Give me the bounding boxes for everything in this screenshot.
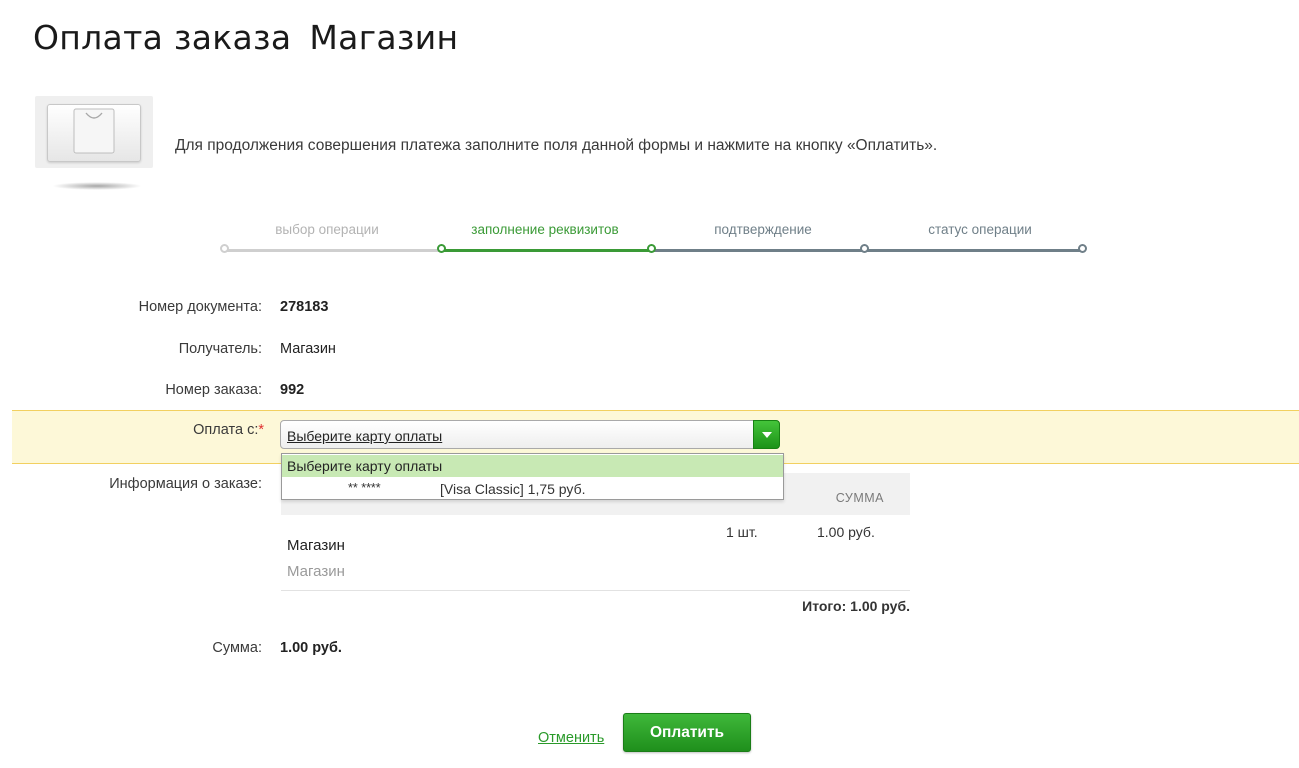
payment-from-label: Оплата с:* <box>193 422 264 438</box>
shopping-bag-card-icon <box>35 96 153 168</box>
order-total: Итого: 1.00 руб. <box>802 598 910 614</box>
step-line-1 <box>225 249 442 252</box>
dropdown-option-visa-card[interactable]: ** **** [Visa Classic] 1,75 руб. <box>282 478 783 500</box>
step-label-3: подтверждение <box>714 222 812 237</box>
card-select-value: Выберите карту оплаты <box>287 428 443 444</box>
instruction-text: Для продолжения совершения платежа запол… <box>175 137 938 154</box>
card-name: [Visa Classic] 1,75 руб. <box>440 481 586 497</box>
page-title-text: Оплата заказа <box>33 18 292 57</box>
card-select[interactable]: Выберите карту оплаты <box>280 420 780 449</box>
step-line-2 <box>442 249 652 252</box>
payment-page: Оплата заказа Магазин Для продолжения сов… <box>0 0 1299 768</box>
payment-from-label-text: Оплата с: <box>193 422 259 438</box>
order-divider <box>281 590 910 591</box>
step-line-3 <box>652 249 865 252</box>
card-icon-frame <box>47 104 141 162</box>
item-description: Магазин <box>287 563 345 580</box>
item-name: Магазин <box>287 537 345 554</box>
card-dropdown-list: Выберите карту оплаты ** **** [Visa Clas… <box>281 453 784 500</box>
recipient-label: Получатель: <box>178 341 262 357</box>
document-number-label: Номер документа: <box>138 299 262 315</box>
bag-glyph <box>73 108 115 154</box>
icon-shadow <box>52 182 142 190</box>
item-quantity: 1 шт. <box>726 524 758 540</box>
cancel-link[interactable]: Отменить <box>538 730 604 746</box>
recipient-value: Магазин <box>280 341 336 357</box>
pay-button[interactable]: Оплатить <box>623 713 751 752</box>
step-dot-3 <box>647 244 656 253</box>
column-sum-header: СУММА <box>835 491 884 505</box>
item-price: 1.00 руб. <box>817 524 875 540</box>
step-dot-2 <box>437 244 446 253</box>
shop-name: Магазин <box>309 18 459 57</box>
amount-label: Сумма: <box>212 640 262 656</box>
order-number-label: Номер заказа: <box>165 382 262 398</box>
required-mark: * <box>258 422 264 438</box>
chevron-down-icon[interactable] <box>753 420 780 449</box>
card-number-mask: ** **** <box>348 481 381 495</box>
page-title: Оплата заказа Магазин <box>33 18 458 57</box>
dropdown-option-placeholder[interactable]: Выберите карту оплаты <box>282 455 783 477</box>
step-label-1: выбор операции <box>275 222 379 237</box>
amount-value: 1.00 руб. <box>280 640 342 656</box>
step-dot-4 <box>860 244 869 253</box>
order-info-label: Информация о заказе: <box>109 476 262 492</box>
dropdown-option-label: Выберите карту оплаты <box>287 458 443 474</box>
step-label-4: статус операции <box>928 222 1032 237</box>
step-dot-start <box>220 244 229 253</box>
step-label-2: заполнение реквизитов <box>471 222 619 237</box>
order-number-value: 992 <box>280 382 305 398</box>
document-number-value: 278183 <box>280 299 329 315</box>
step-dot-end <box>1078 244 1087 253</box>
step-line-4 <box>865 249 1083 252</box>
